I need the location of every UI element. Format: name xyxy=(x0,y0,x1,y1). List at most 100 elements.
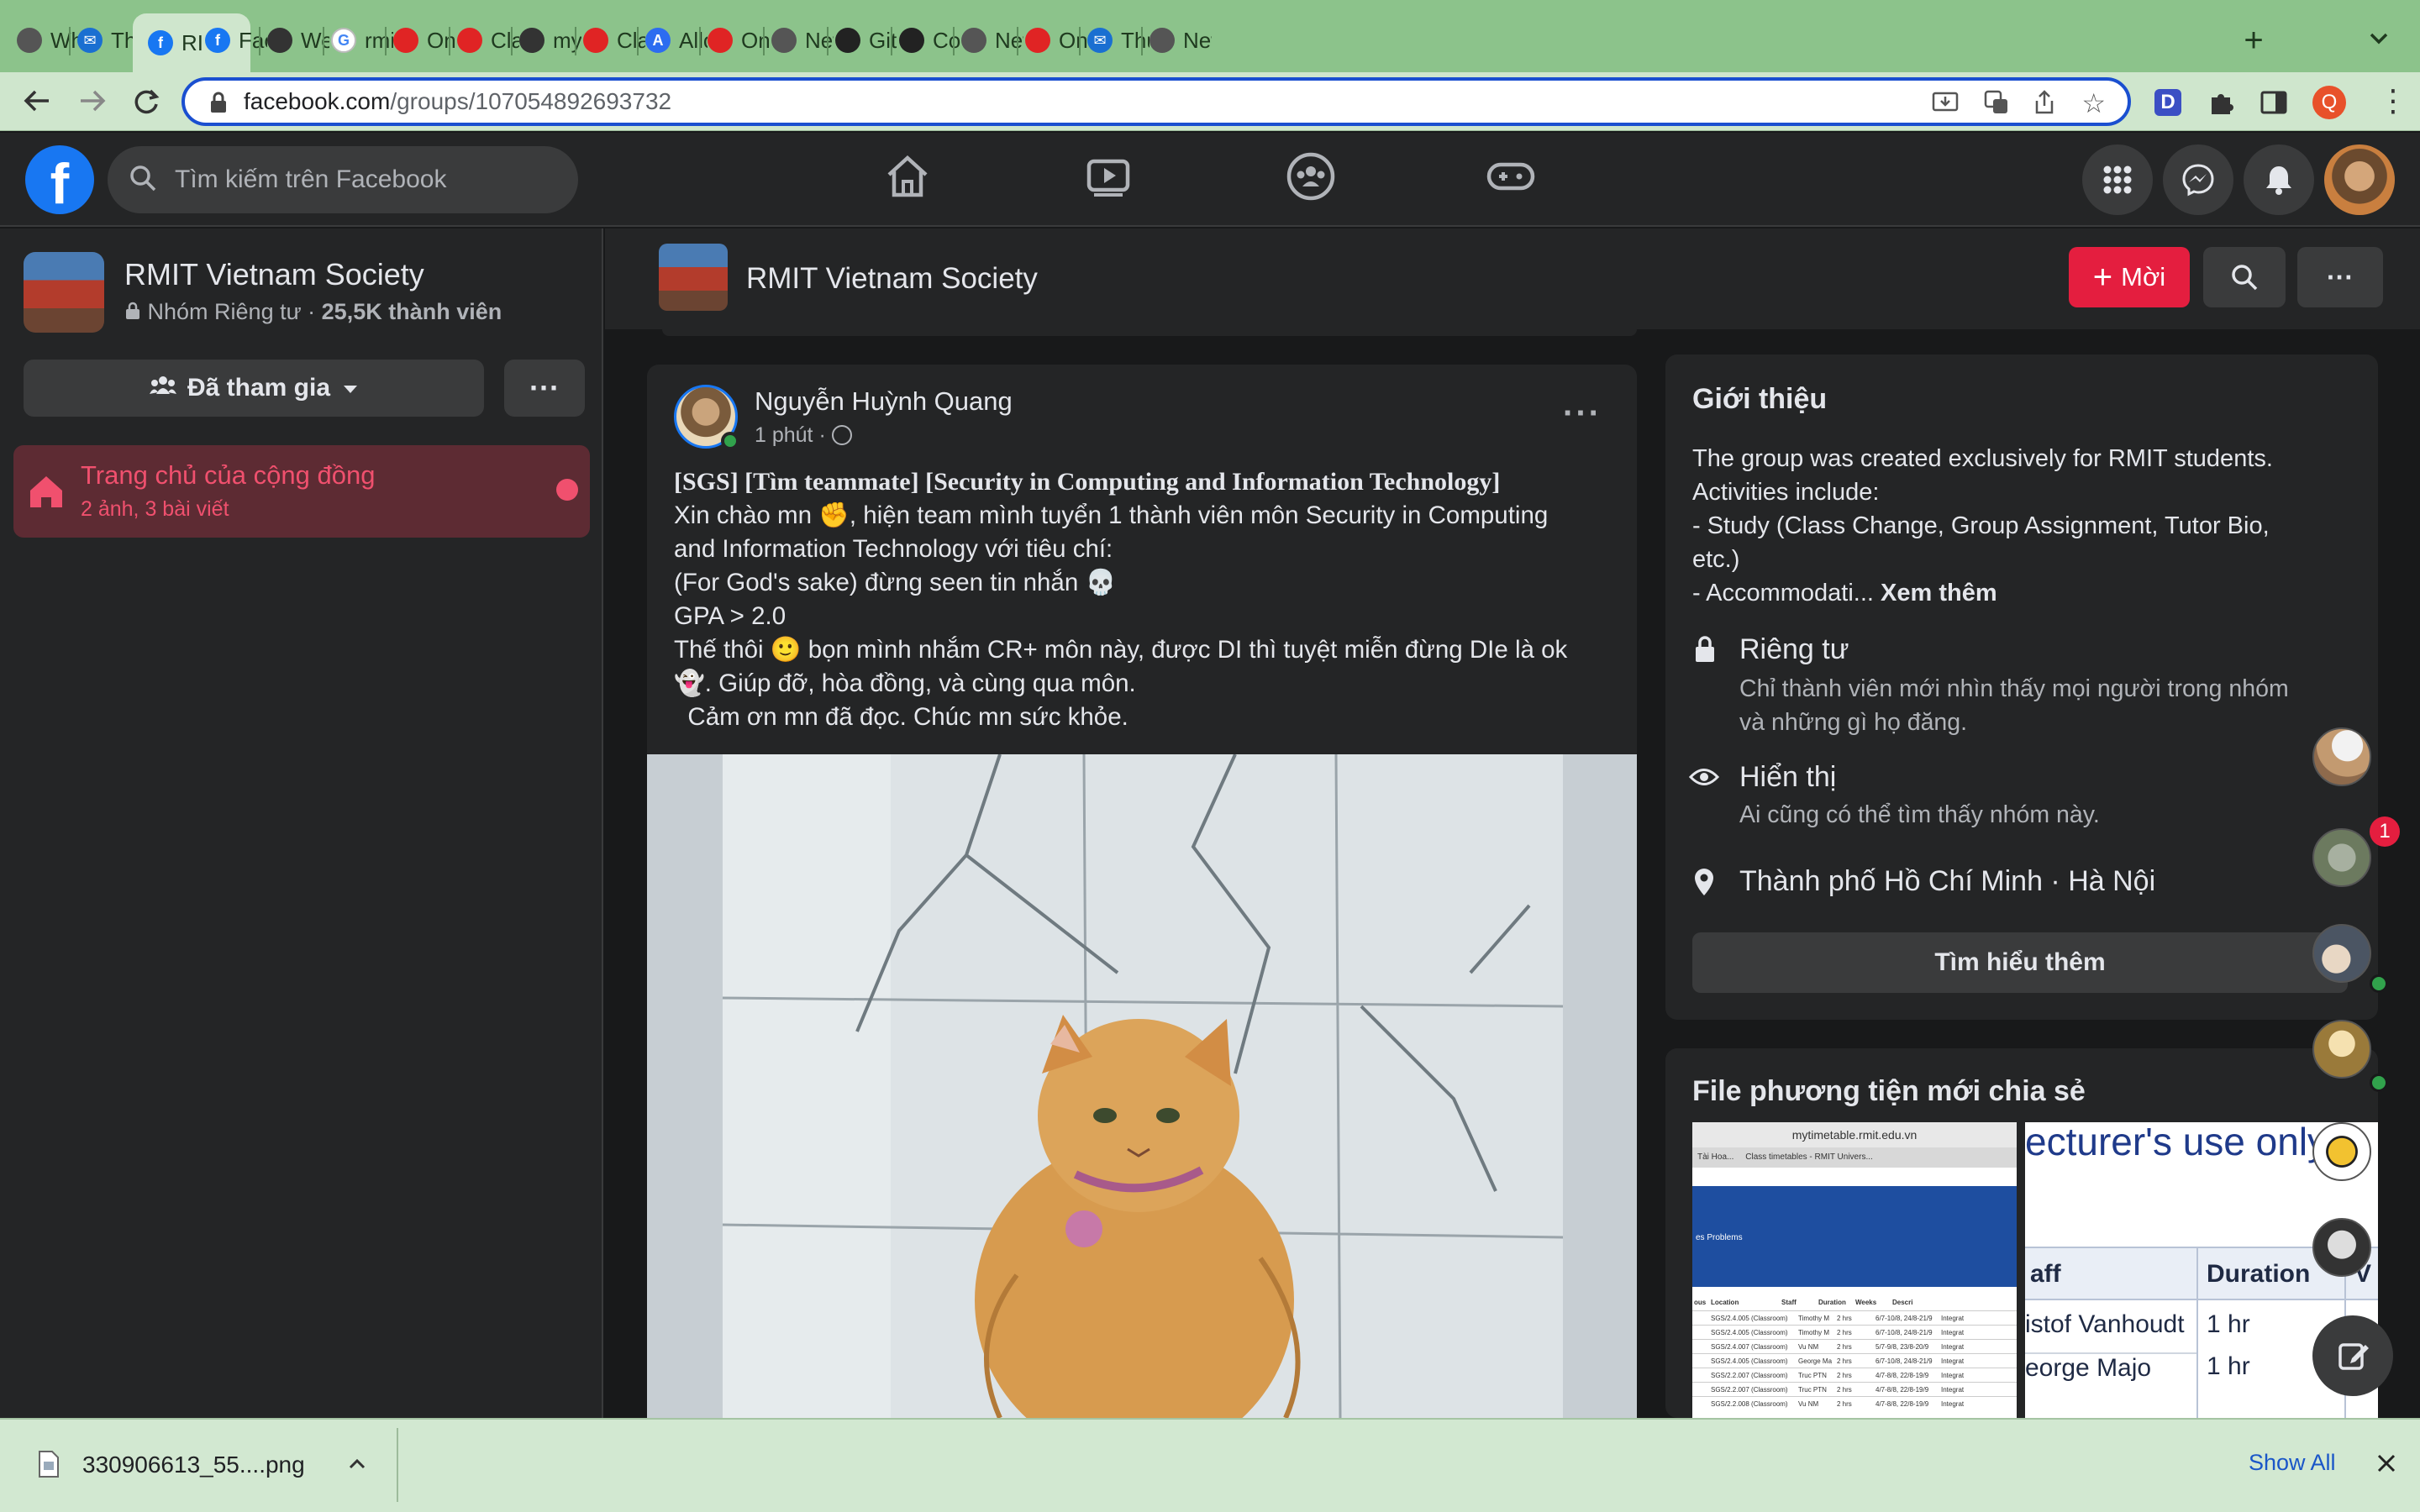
tab-separator xyxy=(953,27,955,55)
audience-icon xyxy=(831,425,852,445)
extension-d-icon[interactable]: D xyxy=(2154,89,2181,116)
thumb-table-cell: 6/7-10/8, 24/8-21/9 xyxy=(1876,1314,1933,1322)
about-desc-3: - Study (Class Change, Group Assignment,… xyxy=(1692,512,2270,539)
browser-menu-icon[interactable]: ⋮ xyxy=(2378,84,2408,118)
browser-tab[interactable]: ✉Thư xyxy=(1087,17,1150,64)
group-more-button[interactable]: ··· xyxy=(504,360,585,417)
about-desc-5-text: - Accommodati... xyxy=(1692,580,1881,606)
contact-avatar[interactable] xyxy=(2312,1122,2371,1181)
tab-separator xyxy=(827,27,829,55)
tab-separator xyxy=(1017,27,1018,55)
thumb-table-col: Location xyxy=(1711,1299,1739,1306)
contact-avatar[interactable] xyxy=(2312,924,2371,983)
close-icon[interactable] xyxy=(2375,1452,2398,1479)
browser-tab[interactable]: ✉Thư xyxy=(77,17,141,64)
share-icon[interactable] xyxy=(2032,89,2057,122)
chrome-icon xyxy=(961,28,986,53)
globe-icon xyxy=(519,28,544,53)
location-pin-icon xyxy=(1692,867,1716,901)
gaming-nav-icon[interactable] xyxy=(1486,151,1536,202)
menu-grid-button[interactable] xyxy=(2082,144,2153,215)
contact-avatar[interactable] xyxy=(2312,727,2371,786)
browser-tab[interactable]: New xyxy=(771,17,834,64)
post-time[interactable]: 1 phút · xyxy=(755,423,852,448)
tab-separator xyxy=(449,27,450,55)
a-icon: A xyxy=(645,28,671,53)
red-circle-icon xyxy=(393,28,418,53)
media-thumbnail-timetable[interactable]: mytimetable.rmit.edu.vn Tài Hoa... Class… xyxy=(1692,1122,2017,1418)
eye-icon xyxy=(1688,766,1720,792)
browser-tab[interactable]: myap xyxy=(519,17,581,64)
browser-tab[interactable]: Grmit xyxy=(331,17,393,64)
profile-avatar[interactable]: Q xyxy=(2312,86,2346,119)
install-icon[interactable] xyxy=(1931,91,1960,122)
new-tab-button[interactable]: + xyxy=(2237,22,2270,60)
watch-nav-icon[interactable] xyxy=(1084,151,1134,202)
facebook-logo[interactable]: f xyxy=(25,145,94,216)
browser-tab[interactable]: f Facel xyxy=(205,17,267,64)
location-text: Thành phố Hồ Chí Minh · Hà Nội xyxy=(1739,865,2156,897)
thumb-table-cell: Integrat xyxy=(1941,1399,1965,1408)
thumb-table-cell: 2 hrs xyxy=(1837,1357,1852,1365)
home-nav-icon[interactable] xyxy=(882,151,933,202)
thumb-table-col: Descri xyxy=(1892,1299,1913,1306)
joined-button[interactable]: Đã tham gia xyxy=(24,360,484,417)
post-more-button[interactable]: ··· xyxy=(1563,395,1602,433)
browser-tab[interactable]: Welc xyxy=(267,17,329,64)
translate-icon[interactable] xyxy=(1983,89,2010,122)
group-header-thumbnail[interactable] xyxy=(659,244,728,311)
account-avatar[interactable] xyxy=(2324,144,2395,215)
group-search-button[interactable] xyxy=(2203,247,2286,307)
download-chevron-up-icon[interactable] xyxy=(346,1453,368,1479)
contact-avatar[interactable] xyxy=(2312,1020,2371,1079)
back-arrow-icon[interactable] xyxy=(18,84,55,125)
post-author[interactable]: Nguyễn Huỳnh Quang xyxy=(755,386,1013,417)
extensions-puzzle-icon[interactable] xyxy=(2207,87,2237,122)
thumb-table-cell: 2 hrs xyxy=(1837,1399,1852,1408)
address-bar[interactable]: facebook.com/groups/107054892693732 ☆ xyxy=(182,77,2131,126)
notifications-button[interactable] xyxy=(2244,144,2314,215)
browser-tab[interactable]: GitHu xyxy=(835,17,897,64)
contact-avatar[interactable] xyxy=(2312,1218,2371,1277)
browser-tab[interactable]: Onlin xyxy=(1025,17,1087,64)
messenger-button[interactable] xyxy=(2163,144,2233,215)
post-text-line-6: Thế thôi 🙂 bọn mình nhắm CR+ môn này, đư… xyxy=(674,636,1568,664)
star-icon[interactable]: ☆ xyxy=(2081,87,2106,119)
tab-title: RI xyxy=(182,29,203,55)
new-message-button[interactable] xyxy=(2312,1315,2393,1396)
groups-nav-icon[interactable] xyxy=(1286,151,1336,202)
browser-tab[interactable]: New xyxy=(961,17,1023,64)
browser-tab[interactable]: Onlin xyxy=(708,17,770,64)
group-header-name[interactable]: RMIT Vietnam Society xyxy=(746,262,1038,296)
tab-separator xyxy=(575,27,576,55)
side-panel-icon[interactable] xyxy=(2259,87,2289,122)
group-cover-thumbnail[interactable] xyxy=(24,252,104,333)
tab-title: Onlin xyxy=(427,27,455,53)
group-name[interactable]: RMIT Vietnam Society xyxy=(124,257,424,292)
about-desc-2: Activities include: xyxy=(1692,479,1880,506)
browser-tab[interactable]: Class xyxy=(583,17,645,64)
tab-title: Class xyxy=(617,27,645,53)
show-all-downloads-link[interactable]: Show All xyxy=(2249,1450,2336,1476)
browser-tab[interactable]: New xyxy=(1150,17,1212,64)
sidebar-item-community-home[interactable]: Trang chủ của cộng đồng 2 ảnh, 3 bài viế… xyxy=(13,445,590,538)
forward-arrow-icon[interactable] xyxy=(74,84,111,125)
browser-tab[interactable]: Com xyxy=(899,17,961,64)
thumb-table-cell: Timothy M xyxy=(1798,1314,1830,1322)
tab-search-chevron-icon[interactable] xyxy=(2366,25,2391,50)
browser-tab[interactable]: A Alloc xyxy=(645,17,708,64)
download-filename[interactable]: 330906613_55....png xyxy=(82,1452,305,1478)
tab-title: Onlin xyxy=(741,27,770,53)
browser-tab[interactable]: What xyxy=(17,17,81,64)
contact-avatar[interactable] xyxy=(2312,828,2371,887)
post-image-cat[interactable] xyxy=(647,754,1637,1418)
invite-button[interactable]: + Mời xyxy=(2069,247,2190,307)
see-more-link[interactable]: Xem thêm xyxy=(1881,580,1997,606)
facebook-search-input[interactable]: Tìm kiếm trên Facebook xyxy=(108,146,578,213)
header-more-button[interactable]: ··· xyxy=(2297,247,2383,307)
thumb-table-row: SGS/2.4.005 (Classroom) George Majo 2 hrs 6… xyxy=(1692,1353,2017,1368)
browser-tab[interactable]: Onlin xyxy=(393,17,455,64)
learn-more-button[interactable]: Tìm hiểu thêm xyxy=(1692,932,2348,993)
browser-tab[interactable]: Class xyxy=(457,17,519,64)
reload-icon[interactable] xyxy=(128,84,165,125)
